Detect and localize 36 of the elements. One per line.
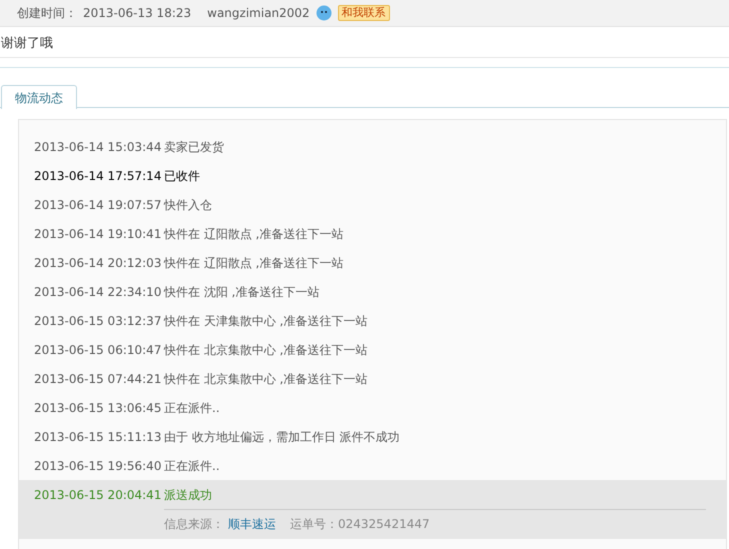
event-time: 2013-06-14 17:57:14 xyxy=(34,168,162,184)
event-time: 2013-06-14 19:07:57 xyxy=(34,196,162,214)
waybill-number: 运单号：024325421447 xyxy=(290,516,430,533)
event-text: 快件在 沈阳 ,准备送往下一站 xyxy=(164,284,320,300)
event-time: 2013-06-15 07:44:21 xyxy=(34,370,162,388)
contact-button[interactable]: 和我联系 xyxy=(338,5,390,21)
event-time: 2013-06-15 03:12:37 xyxy=(34,312,162,330)
event-text: 卖家已发货 xyxy=(164,138,224,156)
event-time: 2013-06-15 13:06:45 xyxy=(34,400,162,416)
event-text: 快件在 天津集散中心 ,准备送往下一站 xyxy=(164,312,368,330)
event-text: 快件入仓 xyxy=(164,196,212,214)
event-text: 正在派件.. xyxy=(164,400,220,416)
event-text: 快件在 辽阳散点 ,准备送往下一站 xyxy=(164,226,344,242)
event-time: 2013-06-15 06:10:47 xyxy=(34,342,162,358)
event-time: 2013-06-15 19:56:40 xyxy=(34,458,162,474)
event-time: 2013-06-14 19:10:41 xyxy=(34,226,162,242)
created-time: 2013-06-13 18:23 xyxy=(83,5,192,22)
event-text: 由于 收方地址偏远，需加工作日 派件不成功 xyxy=(164,428,400,446)
event-time: 2013-06-15 15:11:13 xyxy=(34,428,162,446)
message-text: 谢谢了哦 xyxy=(1,36,53,51)
created-label: 创建时间： xyxy=(17,5,77,22)
source-label: 信息来源： xyxy=(164,516,224,533)
event-time: 2013-06-14 20:12:03 xyxy=(34,254,162,272)
event-text: 正在派件.. xyxy=(164,458,220,474)
tab[interactable]: 物流动态 xyxy=(1,85,77,109)
event-time: 2013-06-14 22:34:10 xyxy=(34,284,162,300)
username: wangzimian2002 xyxy=(207,5,310,22)
chat-bubble-icon[interactable] xyxy=(316,5,332,21)
event-time: 2013-06-15 20:04:41 xyxy=(34,486,162,504)
event-text: 快件在 辽阳散点 ,准备送往下一站 xyxy=(164,254,344,272)
carrier-link[interactable]: 顺丰速运 xyxy=(228,515,276,533)
event-text: 已收件 xyxy=(164,168,200,184)
event-text: 快件在 北京集散中心 ,准备送往下一站 xyxy=(164,370,368,388)
event-time: 2013-06-14 15:03:44 xyxy=(34,138,162,156)
event-text: 派送成功 xyxy=(164,486,212,504)
event-text: 快件在 北京集散中心 ,准备送往下一站 xyxy=(164,342,368,358)
